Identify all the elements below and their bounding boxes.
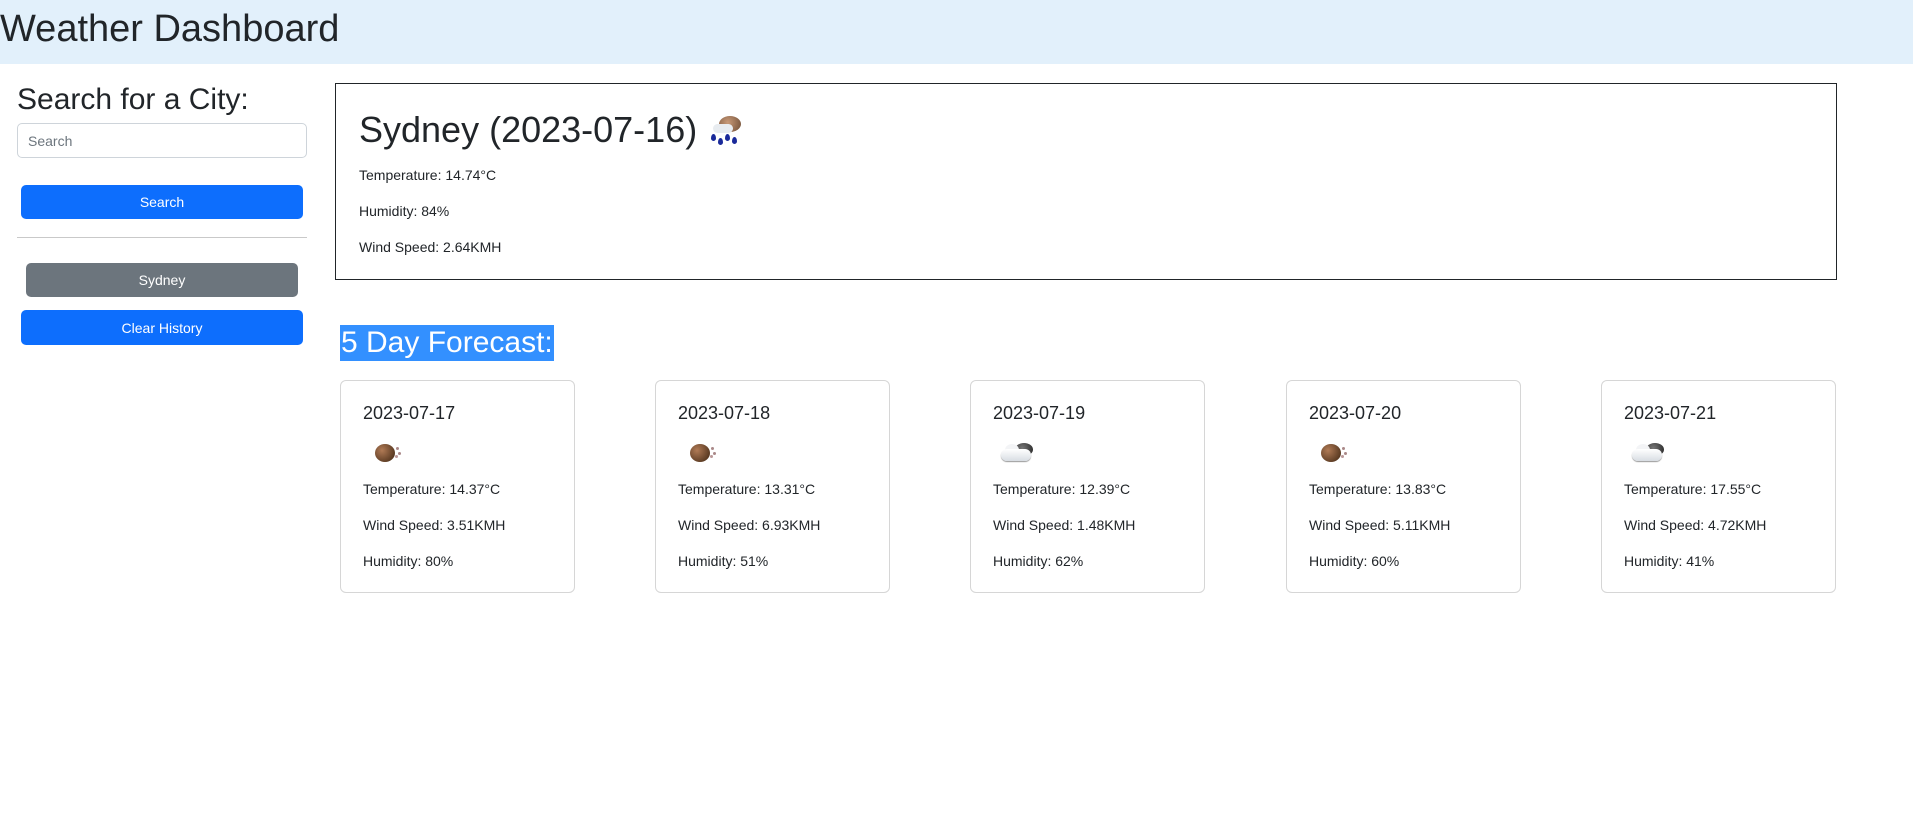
forecast-humidity: Humidity: 51% (678, 553, 769, 569)
moon-icon (680, 437, 720, 465)
moon-icon (1311, 437, 1351, 465)
divider (17, 237, 307, 238)
forecast-date: 2023-07-20 (1309, 403, 1402, 423)
forecast-humidity: Humidity: 80% (363, 553, 454, 569)
forecast-humidity: Humidity: 60% (1309, 553, 1400, 569)
forecast-card: 2023-07-19 Temperature: 12.39°C Wind Spe… (970, 380, 1205, 593)
forecast-wind-speed: Wind Speed: 6.93KMH (678, 517, 821, 533)
forecast-date: 2023-07-17 (363, 403, 456, 423)
forecast-card: 2023-07-21 Temperature: 17.55°C Wind Spe… (1601, 380, 1836, 593)
search-heading: Search for a City: (17, 83, 249, 116)
sidebar: Search for a City: Search Sydney Clear H… (17, 82, 307, 352)
forecast-card: 2023-07-20 Temperature: 13.83°C Wind Spe… (1286, 380, 1521, 593)
forecast-wind-speed: Wind Speed: 4.72KMH (1624, 517, 1767, 533)
current-city-date: Sydney (2023-07-16) (359, 109, 698, 150)
history-button-sydney[interactable]: Sydney (26, 263, 298, 297)
current-weather-title: Sydney (2023-07-16) (359, 108, 745, 151)
clear-history-button[interactable]: Clear History (21, 310, 303, 345)
forecast-temperature: Temperature: 17.55°C (1624, 481, 1762, 497)
forecast-temperature: Temperature: 13.83°C (1309, 481, 1447, 497)
moon-icon (365, 437, 405, 465)
forecast-date: 2023-07-21 (1624, 403, 1717, 423)
forecast-date: 2023-07-19 (993, 403, 1086, 423)
current-humidity: Humidity: 84% (359, 203, 450, 219)
current-weather-panel: Sydney (2023-07-16) Temperature: 14.74°C… (335, 83, 1837, 280)
forecast-humidity: Humidity: 41% (1624, 553, 1715, 569)
forecast-temperature: Temperature: 13.31°C (678, 481, 816, 497)
forecast-humidity: Humidity: 62% (993, 553, 1084, 569)
cloud-icon (995, 437, 1035, 465)
forecast-card: 2023-07-18 Temperature: 13.31°C Wind Spe… (655, 380, 890, 593)
forecast-card: 2023-07-17 Temperature: 14.37°C Wind Spe… (340, 380, 575, 593)
forecast-wind-speed: Wind Speed: 3.51KMH (363, 517, 506, 533)
forecast-temperature: Temperature: 12.39°C (993, 481, 1131, 497)
current-temperature: Temperature: 14.74°C (359, 167, 497, 183)
forecast-date: 2023-07-18 (678, 403, 771, 423)
page-title: Weather Dashboard (0, 8, 340, 50)
search-input[interactable] (17, 123, 307, 158)
forecast-wind-speed: Wind Speed: 5.11KMH (1309, 517, 1451, 533)
search-button[interactable]: Search (21, 185, 303, 219)
forecast-heading: 5 Day Forecast: (340, 325, 554, 361)
forecast-wind-speed: Wind Speed: 1.48KMH (993, 517, 1136, 533)
rain-cloud-icon (705, 110, 745, 150)
current-wind-speed: Wind Speed: 2.64KMH (359, 239, 502, 255)
page-header: Weather Dashboard (0, 0, 1913, 64)
forecast-temperature: Temperature: 14.37°C (363, 481, 501, 497)
cloud-icon (1626, 437, 1666, 465)
